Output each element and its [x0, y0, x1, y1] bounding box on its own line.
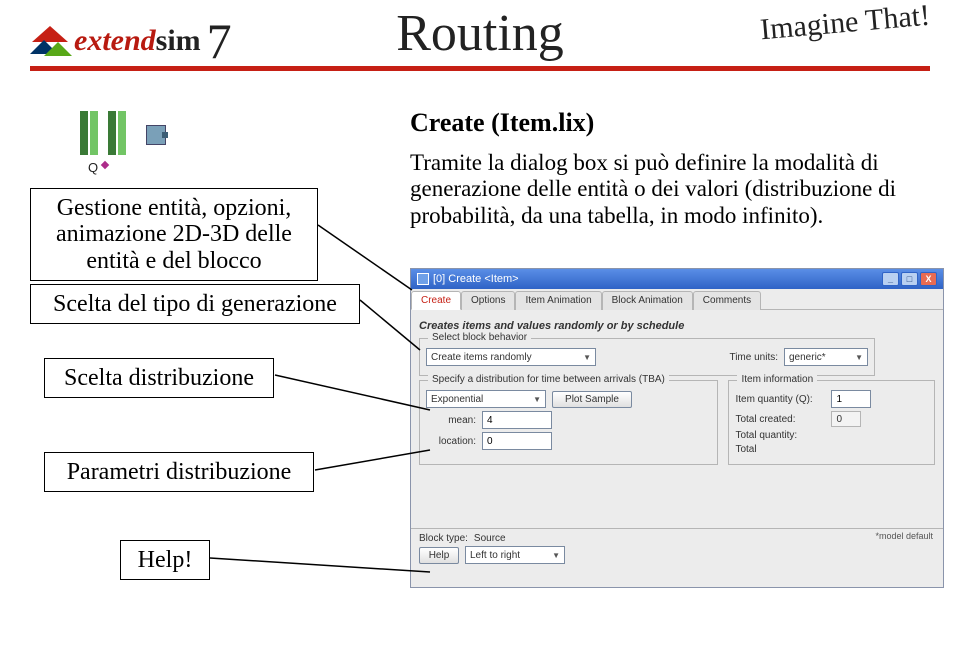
close-button[interactable]: X: [920, 272, 937, 286]
block-output-port: [146, 125, 166, 145]
orientation-select[interactable]: Left to right ▼: [465, 546, 565, 564]
annotation-scelta-distribuzione: Scelta distribuzione: [44, 358, 274, 398]
behavior-value: Create items randomly: [431, 352, 532, 363]
block-q-label: Q: [88, 160, 98, 175]
chevron-down-icon: ▼: [533, 395, 541, 404]
minimize-button[interactable]: _: [882, 272, 899, 286]
chevron-down-icon: ▼: [552, 551, 560, 560]
distribution-select[interactable]: Exponential ▼: [426, 390, 546, 408]
total-created-label: Total created:: [735, 414, 825, 425]
dialog-titlebar[interactable]: [0] Create <Item> _ □ X: [411, 269, 943, 289]
dialog-body: Creates items and values randomly or by …: [411, 310, 943, 570]
create-description: Tramite la dialog box si può definire la…: [410, 150, 920, 229]
total-quantity-label: Total quantity:: [735, 430, 825, 441]
total-created-value: 0: [831, 411, 861, 427]
behavior-fieldset: Select block behavior Create items rando…: [419, 338, 875, 376]
dialog-caption: Creates items and values randomly or by …: [419, 320, 937, 332]
model-default-note: *model default: [875, 531, 933, 541]
help-button[interactable]: Help: [419, 547, 459, 564]
create-dialog: [0] Create <Item> _ □ X Create Options I…: [410, 268, 944, 588]
location-input[interactable]: [482, 432, 552, 450]
time-units-select[interactable]: generic* ▼: [784, 348, 868, 366]
item-information-legend: Item information: [737, 374, 817, 385]
mean-input[interactable]: [482, 411, 552, 429]
header: extendsim 7 Routing Imagine That!: [0, 0, 960, 72]
distribution-fieldset: Specify a distribution for time between …: [419, 380, 718, 465]
orientation-value: Left to right: [470, 550, 520, 561]
create-block-icon: Q: [80, 105, 170, 161]
location-label: location:: [426, 436, 476, 447]
distribution-value: Exponential: [431, 394, 483, 405]
annotation-help: Help!: [120, 540, 210, 580]
item-quantity-label: Item quantity (Q):: [735, 394, 825, 405]
dialog-icon: [417, 273, 429, 285]
header-rule: [30, 66, 930, 71]
dialog-title: [0] Create <Item>: [433, 273, 519, 285]
plot-sample-button[interactable]: Plot Sample: [552, 391, 632, 408]
distribution-legend: Specify a distribution for time between …: [428, 374, 669, 385]
tab-comments[interactable]: Comments: [693, 291, 761, 310]
item-information-fieldset: Item information Item quantity (Q): Tota…: [728, 380, 935, 465]
maximize-button[interactable]: □: [901, 272, 918, 286]
total-label: Total: [735, 444, 825, 455]
mean-label: mean:: [426, 415, 476, 426]
tab-block-animation[interactable]: Block Animation: [602, 291, 693, 310]
create-heading: Create (Item.lix): [410, 108, 594, 138]
behavior-select[interactable]: Create items randomly ▼: [426, 348, 596, 366]
annotation-scelta-tipo: Scelta del tipo di generazione: [30, 284, 360, 324]
dialog-tabs: Create Options Item Animation Block Anim…: [411, 289, 943, 310]
chevron-down-icon: ▼: [855, 353, 863, 362]
block-type-value: Source: [474, 533, 506, 544]
dialog-status-bar: *model default Block type: Source Help L…: [411, 528, 943, 568]
block-type-label: Block type:: [419, 533, 468, 544]
chevron-down-icon: ▼: [583, 353, 591, 362]
tab-create[interactable]: Create: [411, 291, 461, 310]
tab-options[interactable]: Options: [461, 291, 515, 310]
annotation-parametri-distribuzione: Parametri distribuzione: [44, 452, 314, 492]
time-units-value: generic*: [789, 352, 826, 363]
tab-item-animation[interactable]: Item Animation: [515, 291, 601, 310]
behavior-legend: Select block behavior: [428, 332, 531, 343]
item-quantity-input[interactable]: [831, 390, 871, 408]
annotation-gestione: Gestione entità, opzioni, animazione 2D-…: [30, 188, 318, 281]
time-units-label: Time units:: [729, 352, 778, 363]
